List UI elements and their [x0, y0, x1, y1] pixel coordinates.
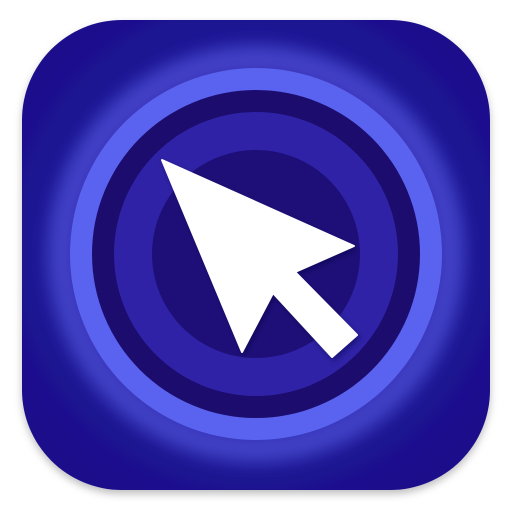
- canvas: [0, 0, 512, 512]
- cursor-target-icon: [22, 20, 490, 490]
